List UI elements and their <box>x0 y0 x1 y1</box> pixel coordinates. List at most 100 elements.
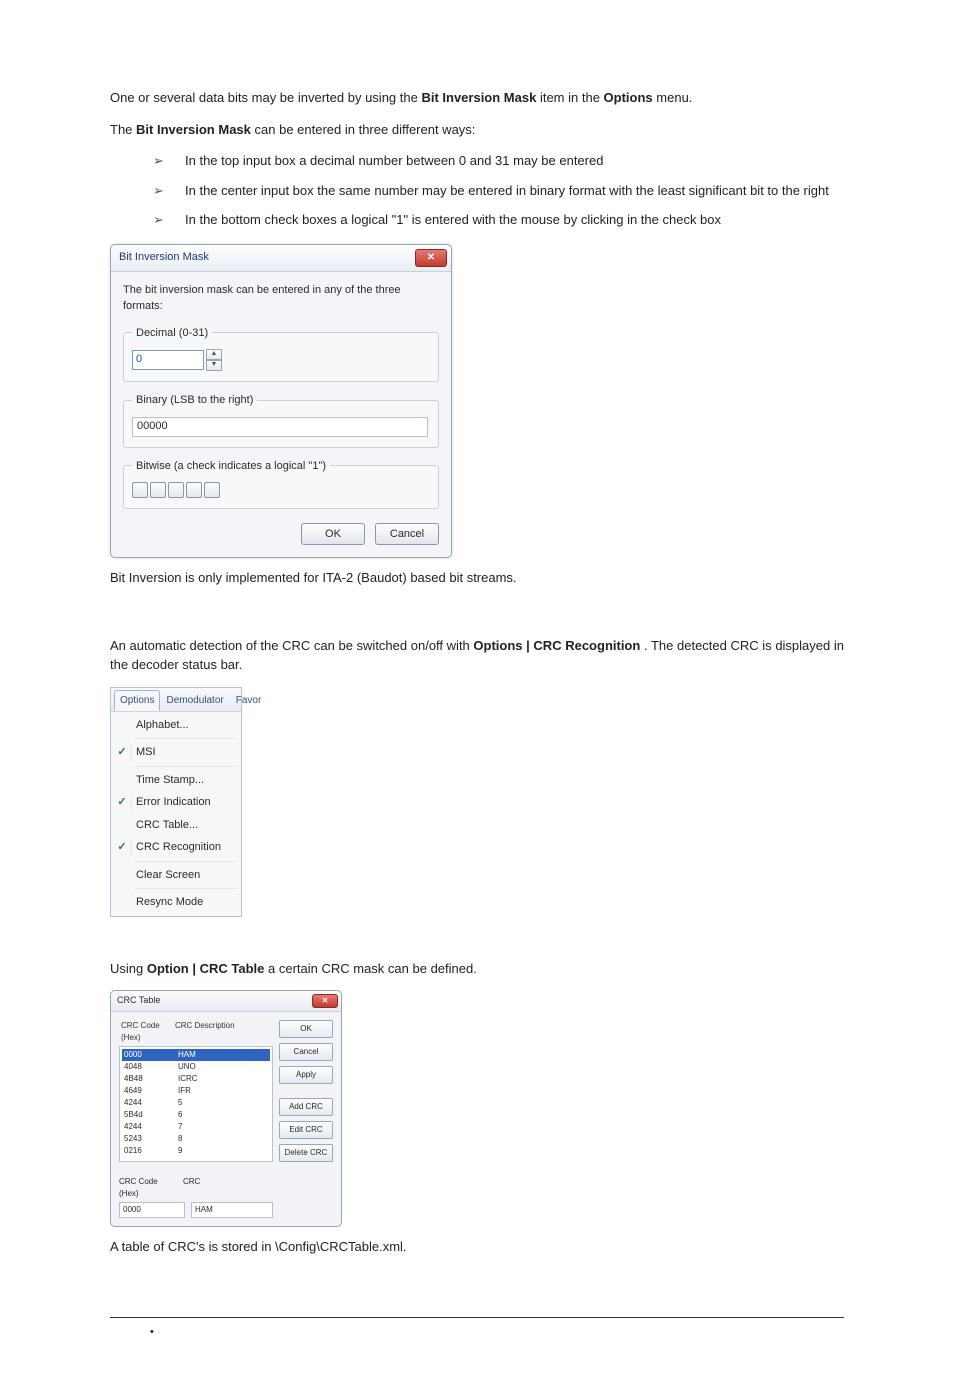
crc-listbox[interactable]: 0000HAM 4048UNO 4B48ICRC 4649IFR 42445 5… <box>119 1046 273 1162</box>
bit-inversion-dialog: Bit Inversion Mask ✕ The bit inversion m… <box>110 244 452 559</box>
spinner-down-icon[interactable]: ▼ <box>206 360 222 371</box>
cell-code: 0216 <box>124 1145 178 1157</box>
bullet-list: In the top input box a decimal number be… <box>110 151 844 230</box>
dialog-instruction: The bit inversion mask can be entered in… <box>123 282 439 315</box>
bit-checkbox-2[interactable] <box>168 482 184 498</box>
decimal-legend: Decimal (0-31) <box>132 325 212 342</box>
table-row[interactable]: 4B48ICRC <box>122 1073 270 1085</box>
table-row[interactable]: 4649IFR <box>122 1085 270 1097</box>
menu-label: Resync Mode <box>136 894 203 911</box>
tab-options[interactable]: Options <box>114 690 160 711</box>
list-item: In the center input box the same number … <box>165 181 844 201</box>
ok-button[interactable]: OK <box>279 1020 333 1038</box>
list-header: CRC Code (Hex) CRC Description <box>119 1020 273 1046</box>
menu-label: MSI <box>136 744 156 761</box>
paragraph-4: An automatic detection of the CRC can be… <box>110 636 844 675</box>
menu-label: CRC Table... <box>136 817 198 834</box>
footer-rule <box>110 1317 844 1318</box>
apply-button[interactable]: Apply <box>279 1066 333 1084</box>
text: can be entered in three different ways: <box>255 122 476 137</box>
cell-desc: 9 <box>178 1145 268 1157</box>
close-icon[interactable]: ✕ <box>415 249 447 267</box>
menu-item-resync-mode[interactable]: Resync Mode <box>111 891 241 914</box>
footer-bullet: • <box>110 1324 844 1341</box>
bold-text: Bit Inversion Mask <box>421 90 536 105</box>
menu-label: Clear Screen <box>136 867 200 884</box>
col-crc-code: CRC Code (Hex) <box>121 1020 175 1044</box>
check-icon: ✓ <box>113 794 132 811</box>
bit-checkbox-1[interactable] <box>186 482 202 498</box>
cell-code: 0000 <box>124 1049 178 1061</box>
decimal-input[interactable]: 0 <box>132 350 204 370</box>
cell-code: 4048 <box>124 1061 178 1073</box>
bitwise-legend: Bitwise (a check indicates a logical "1"… <box>132 458 330 475</box>
spinner-up-icon[interactable]: ▲ <box>206 349 222 360</box>
menu-label: Time Stamp... <box>136 772 204 789</box>
menu-item-clear-screen[interactable]: Clear Screen <box>111 864 241 887</box>
edit-crc-button[interactable]: Edit CRC <box>279 1121 333 1139</box>
menu-label: CRC Recognition <box>136 839 221 856</box>
menu-item-msi[interactable]: ✓MSI <box>111 741 241 764</box>
menu-label: Alphabet... <box>136 717 189 734</box>
cancel-button[interactable]: Cancel <box>279 1043 333 1061</box>
table-row[interactable]: 5B4d6 <box>122 1109 270 1121</box>
delete-crc-button[interactable]: Delete CRC <box>279 1144 333 1162</box>
cell-code: 5243 <box>124 1133 178 1145</box>
tab-favor[interactable]: Favor <box>230 690 268 711</box>
cell-code: 4649 <box>124 1085 178 1097</box>
menu-item-timestamp[interactable]: Time Stamp... <box>111 769 241 792</box>
text: a certain CRC mask can be defined. <box>268 961 477 976</box>
bit-checkbox-3[interactable] <box>150 482 166 498</box>
binary-group: Binary (LSB to the right) 00000 <box>123 392 439 448</box>
cell-desc: 8 <box>178 1133 268 1145</box>
label-crc-code: CRC Code (Hex) <box>119 1176 177 1200</box>
table-row[interactable]: 52438 <box>122 1133 270 1145</box>
menu-item-error-indication[interactable]: ✓Error Indication <box>111 791 241 814</box>
table-row[interactable]: 42447 <box>122 1121 270 1133</box>
binary-legend: Binary (LSB to the right) <box>132 392 257 409</box>
bold-text: Options <box>604 90 653 105</box>
bit-checkbox-0[interactable] <box>204 482 220 498</box>
crc-desc-field[interactable]: HAM <box>191 1202 273 1218</box>
cell-code: 4244 <box>124 1097 178 1109</box>
tab-demodulator[interactable]: Demodulator <box>160 690 229 711</box>
cell-desc: ICRC <box>178 1073 268 1085</box>
crc-code-field[interactable]: 0000 <box>119 1202 185 1218</box>
col-crc-desc: CRC Description <box>175 1020 271 1044</box>
check-icon: ✓ <box>113 744 132 761</box>
close-icon[interactable]: ✕ <box>312 994 338 1008</box>
binary-input[interactable]: 00000 <box>132 417 428 437</box>
list-item: In the top input box a decimal number be… <box>165 151 844 171</box>
text: One or several data bits may be inverted… <box>110 90 421 105</box>
text: An automatic detection of the CRC can be… <box>110 638 473 653</box>
add-crc-button[interactable]: Add CRC <box>279 1098 333 1116</box>
cell-desc: 6 <box>178 1109 268 1121</box>
menu-item-crc-table[interactable]: CRC Table... <box>111 814 241 837</box>
bold-text: Options | CRC Recognition <box>473 638 640 653</box>
dialog-title: CRC Table <box>117 994 160 1008</box>
dialog-title: Bit Inversion Mask <box>119 249 209 266</box>
cell-desc: 7 <box>178 1121 268 1133</box>
text: The <box>110 122 136 137</box>
cell-code: 5B4d <box>124 1109 178 1121</box>
menu-tabs: Options Demodulator Favor <box>111 688 241 712</box>
table-row[interactable]: 4048UNO <box>122 1061 270 1073</box>
ok-button[interactable]: OK <box>301 523 365 545</box>
label-crc: CRC <box>183 1176 200 1200</box>
list-item: In the bottom check boxes a logical "1" … <box>165 210 844 230</box>
menu-item-crc-recognition[interactable]: ✓CRC Recognition <box>111 836 241 859</box>
cancel-button[interactable]: Cancel <box>375 523 439 545</box>
dialog-titlebar: CRC Table ✕ <box>111 991 341 1012</box>
menu-item-alphabet[interactable]: Alphabet... <box>111 714 241 737</box>
table-row[interactable]: 0000HAM <box>122 1049 270 1061</box>
dialog-titlebar: Bit Inversion Mask ✕ <box>111 245 451 272</box>
decimal-group: Decimal (0-31) 0 ▲ ▼ <box>123 325 439 383</box>
paragraph-5: Using Option | CRC Table a certain CRC m… <box>110 959 844 979</box>
table-row[interactable]: 02169 <box>122 1145 270 1157</box>
options-menu: Options Demodulator Favor Alphabet... ✓M… <box>110 687 242 917</box>
table-row[interactable]: 42445 <box>122 1097 270 1109</box>
menu-label: Error Indication <box>136 794 211 811</box>
bit-checkbox-4[interactable] <box>132 482 148 498</box>
cell-code: 4B48 <box>124 1073 178 1085</box>
bold-text: Option | CRC Table <box>147 961 265 976</box>
